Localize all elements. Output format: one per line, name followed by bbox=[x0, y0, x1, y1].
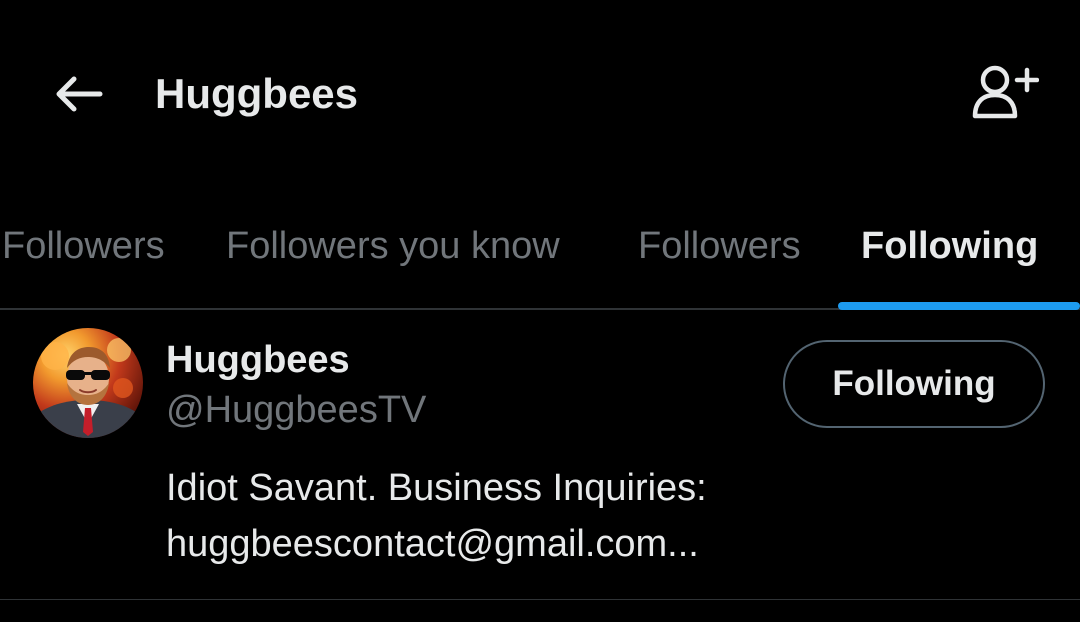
user-list-item[interactable]: Huggbees @HuggbeesTV Following Idiot Sav… bbox=[0, 310, 1080, 600]
add-user-button[interactable] bbox=[966, 60, 1042, 124]
page-title: Huggbees bbox=[155, 70, 359, 117]
active-tab-indicator bbox=[838, 302, 1080, 310]
avatar[interactable] bbox=[33, 328, 143, 438]
arrow-left-icon bbox=[56, 76, 103, 112]
bio-line: huggbeescontact@gmail.com... bbox=[166, 523, 699, 565]
user-display-name[interactable]: Huggbees bbox=[166, 338, 350, 382]
top-app-bar: Huggbees bbox=[0, 0, 1080, 190]
tab-followers-you-know[interactable]: Followers you know bbox=[226, 220, 560, 272]
tab-followers[interactable]: Followers bbox=[2, 220, 165, 272]
tab-following[interactable]: Following bbox=[861, 220, 1038, 272]
tab-bar: Followers Followers you know Followers F… bbox=[0, 190, 1080, 310]
following-button[interactable]: Following bbox=[783, 340, 1045, 428]
person-add-icon bbox=[972, 65, 1039, 119]
user-handle: @HuggbeesTV bbox=[166, 389, 427, 431]
back-button[interactable] bbox=[48, 66, 108, 122]
avatar-image bbox=[33, 338, 143, 438]
user-bio: Idiot Savant. Business Inquiries: huggbe… bbox=[166, 460, 1026, 572]
tab-verified-followers[interactable]: Followers bbox=[638, 220, 801, 272]
bio-line: Idiot Savant. Business Inquiries: bbox=[166, 467, 707, 509]
